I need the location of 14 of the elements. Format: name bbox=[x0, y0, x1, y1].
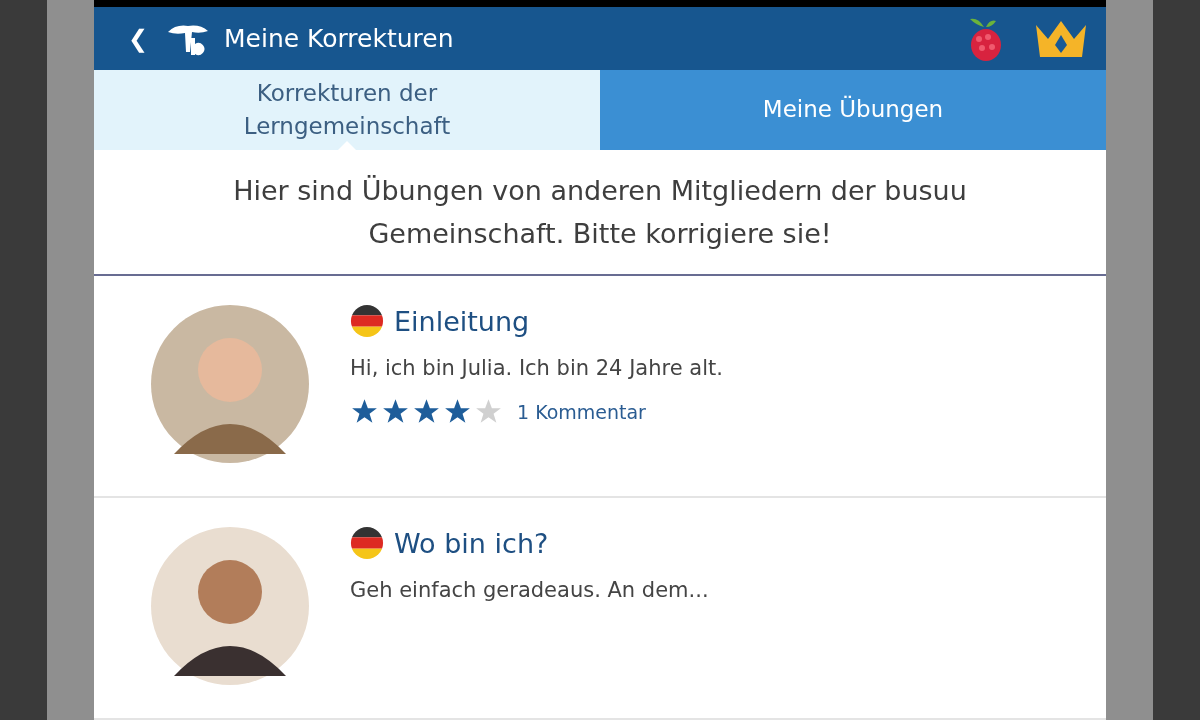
exercise-text: Geh einfach geradeaus. An dem... bbox=[350, 578, 709, 602]
comment-count[interactable]: 1 Kommentar bbox=[517, 400, 646, 423]
exercise-title: Einleitung bbox=[394, 305, 530, 337]
tab[interactable]: Korrekturen der Lerngemeinschaft bbox=[94, 69, 600, 151]
exercise-card[interactable]: Wo bin ich? Geh einfach geradeaus. An dem... bbox=[94, 498, 1106, 720]
exercise-text: Hi, ich bin Julia. Ich bin 24 Jahre alt. bbox=[350, 356, 723, 380]
avatar-icon bbox=[150, 526, 310, 686]
exercise-title: Wo bin ich? bbox=[394, 527, 549, 559]
flag-icon bbox=[350, 304, 384, 338]
flag-icon bbox=[350, 526, 384, 560]
back-button[interactable]: ❮ bbox=[124, 24, 152, 53]
exercise-card[interactable]: Einleitung Hi, ich bin Julia. Ich bin 24 Jahre alt. 1 Kommentar bbox=[94, 276, 1106, 498]
screen-title: Meine Korrekturen bbox=[224, 24, 454, 54]
avatar-icon bbox=[150, 304, 310, 464]
